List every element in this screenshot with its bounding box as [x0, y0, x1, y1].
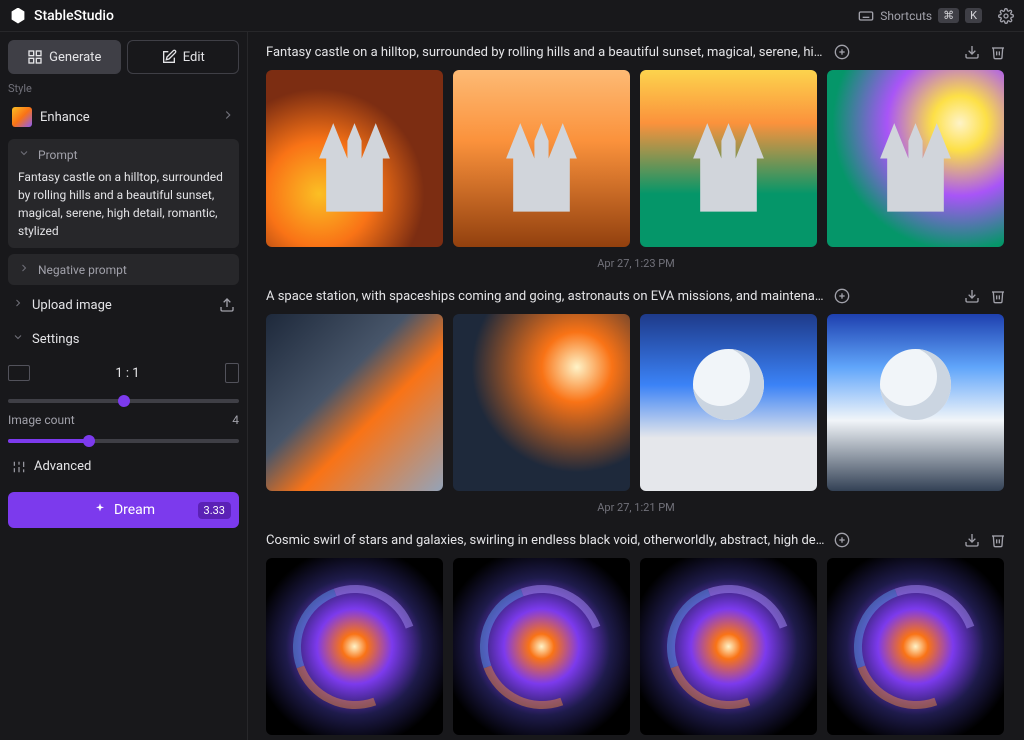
dream-label: Dream [114, 502, 155, 518]
generated-image[interactable] [640, 70, 817, 247]
trash-icon[interactable] [990, 288, 1006, 304]
negative-prompt-label: Negative prompt [38, 263, 127, 277]
dream-cost-badge: 3.33 [198, 502, 231, 519]
ratio-label: 1 : 1 [115, 366, 139, 381]
upload-icon[interactable] [219, 297, 235, 313]
generation-prompt: Fantasy castle on a hilltop, surrounded … [266, 45, 826, 60]
grid-icon [27, 49, 43, 65]
style-value: Enhance [40, 110, 90, 125]
trash-icon[interactable] [990, 44, 1006, 60]
download-icon[interactable] [964, 532, 980, 548]
header-right: Shortcuts ⌘ K [850, 5, 1014, 27]
generated-image[interactable] [266, 314, 443, 491]
dream-button[interactable]: Dream 3.33 [8, 492, 239, 528]
chevron-down-icon [18, 147, 30, 162]
prompt-label: Prompt [38, 148, 78, 162]
app-title: StableStudio [34, 8, 114, 24]
generated-image[interactable] [827, 314, 1004, 491]
generation-block: Fantasy castle on a hilltop, surrounded … [266, 44, 1006, 270]
settings-row[interactable]: Settings [8, 325, 239, 353]
advanced-row[interactable]: Advanced [8, 453, 239, 480]
negative-prompt-row[interactable]: Negative prompt [8, 254, 239, 285]
generation-block: Cosmic swirl of stars and galaxies, swir… [266, 532, 1006, 735]
style-selector[interactable]: Enhance [8, 101, 239, 133]
ratio-slider[interactable] [8, 399, 239, 403]
plus-circle-icon[interactable] [834, 288, 850, 304]
prompt-text[interactable]: Fantasy castle on a hilltop, surrounded … [18, 168, 229, 240]
tab-generate[interactable]: Generate [8, 40, 121, 74]
shortcut-key-cmd: ⌘ [938, 8, 959, 23]
keyboard-icon [858, 8, 874, 24]
sliders-icon [12, 460, 26, 474]
upload-image-row[interactable]: Upload image [8, 291, 239, 319]
header-left: StableStudio [10, 8, 114, 24]
generated-image[interactable] [827, 558, 1004, 735]
tab-edit-label: Edit [183, 50, 205, 65]
download-icon[interactable] [964, 44, 980, 60]
plus-circle-icon[interactable] [834, 44, 850, 60]
generated-image[interactable] [266, 70, 443, 247]
style-thumbnail-icon [12, 107, 32, 127]
image-count-value: 4 [232, 413, 239, 427]
sidebar: Generate Edit Style Enhance [0, 32, 248, 740]
portrait-ratio-icon[interactable] [225, 363, 239, 383]
app-header: StableStudio Shortcuts ⌘ K [0, 0, 1024, 32]
prompt-card[interactable]: Prompt Fantasy castle on a hilltop, surr… [8, 139, 239, 248]
edit-icon [161, 49, 177, 65]
download-icon[interactable] [964, 288, 980, 304]
tab-edit[interactable]: Edit [127, 40, 240, 74]
chevron-right-icon [12, 297, 24, 313]
chevron-right-icon [221, 108, 235, 126]
style-label: Style [8, 82, 239, 95]
aspect-ratio-control: 1 : 1 [8, 359, 239, 387]
plus-circle-icon[interactable] [834, 532, 850, 548]
sparkle-icon [92, 502, 108, 518]
trash-icon[interactable] [990, 532, 1006, 548]
generated-image[interactable] [640, 314, 817, 491]
content-area: Fantasy castle on a hilltop, surrounded … [248, 32, 1024, 740]
settings-icon[interactable] [998, 8, 1014, 24]
generation-timestamp: Apr 27, 1:21 PM [266, 501, 1006, 514]
tab-generate-label: Generate [49, 50, 101, 65]
generated-image[interactable] [827, 70, 1004, 247]
generated-image[interactable] [266, 558, 443, 735]
image-count-label: Image count [8, 413, 75, 427]
shortcuts-label: Shortcuts [880, 9, 932, 23]
landscape-ratio-icon[interactable] [8, 365, 30, 381]
advanced-label: Advanced [34, 459, 91, 474]
generation-prompt: Cosmic swirl of stars and galaxies, swir… [266, 533, 826, 548]
generated-image[interactable] [640, 558, 817, 735]
generation-timestamp: Apr 27, 1:23 PM [266, 257, 1006, 270]
main-layout: Generate Edit Style Enhance [0, 32, 1024, 740]
generated-image[interactable] [453, 314, 630, 491]
settings-label: Settings [32, 332, 79, 347]
upload-label: Upload image [32, 298, 112, 313]
generated-image[interactable] [453, 558, 630, 735]
shortcut-key-k: K [965, 8, 982, 23]
chevron-right-icon [18, 262, 30, 277]
generation-block: A space station, with spaceships coming … [266, 288, 1006, 514]
app-logo-icon [10, 8, 26, 24]
image-count-slider[interactable] [8, 439, 239, 443]
shortcuts-button[interactable]: Shortcuts ⌘ K [850, 5, 990, 27]
chevron-down-icon [12, 331, 24, 347]
mode-tabs: Generate Edit [8, 40, 239, 74]
generation-prompt: A space station, with spaceships coming … [266, 289, 826, 304]
generated-image[interactable] [453, 70, 630, 247]
